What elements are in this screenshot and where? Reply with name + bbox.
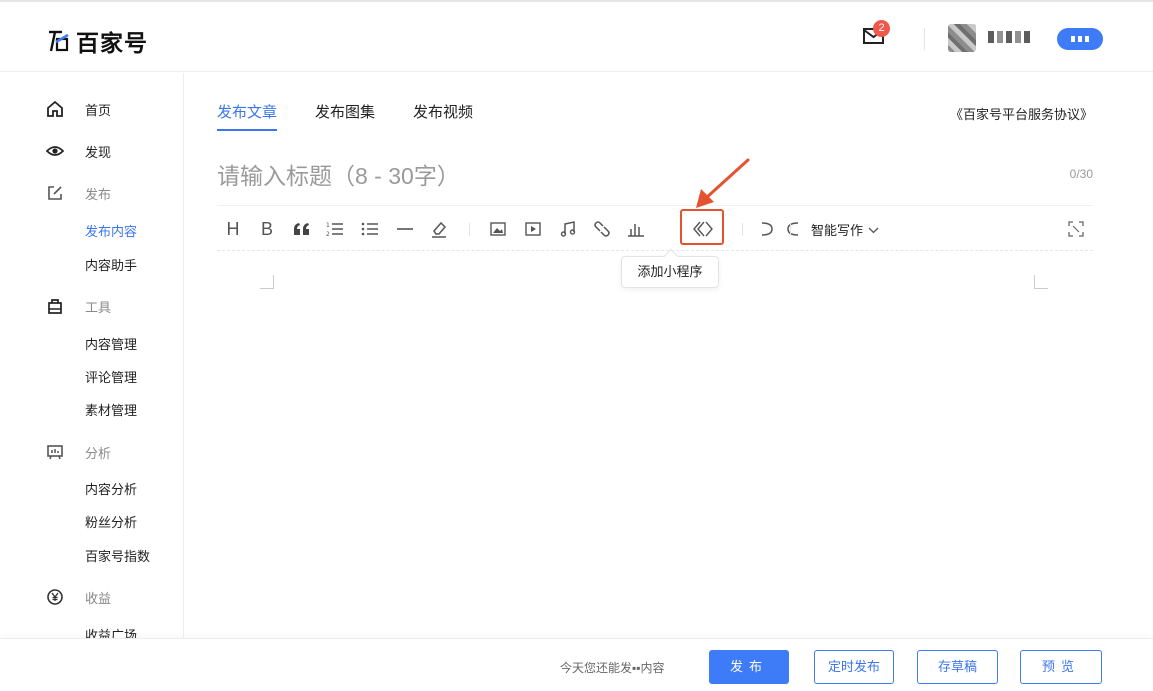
editor-body[interactable] <box>217 259 1093 619</box>
sidebar-section-label: 工具 <box>85 299 112 315</box>
sidebar-item-content-assistant[interactable]: 内容助手 <box>0 252 183 276</box>
header-divider <box>924 28 925 50</box>
mail-badge: 2 <box>873 20 890 37</box>
toolbar-spacer <box>714 218 715 240</box>
mini-program-highlight-box <box>680 209 724 245</box>
sidebar-item-income-square[interactable]: 收益广场 <box>0 622 183 640</box>
sidebar-item-fans-analysis[interactable]: 粉丝分析 <box>0 509 183 533</box>
sidebar-item-label: 百家号指数 <box>85 548 151 564</box>
divider-icon[interactable] <box>395 218 415 240</box>
sidebar-item-label: 发现 <box>85 144 112 160</box>
sidebar-item-bjh-index[interactable]: 百家号指数 <box>0 543 183 567</box>
tab-video[interactable]: 发布视频 <box>413 101 473 131</box>
tab-article[interactable]: 发布文章 <box>217 101 278 131</box>
sidebar-section-publish[interactable]: 发布 <box>0 181 183 205</box>
sidebar-section-label: 发布 <box>85 186 112 202</box>
image-icon[interactable] <box>488 218 508 240</box>
preview-button[interactable]: 预览 <box>1020 650 1102 684</box>
sidebar-section-label: 收益 <box>85 590 112 606</box>
audio-icon[interactable] <box>558 218 578 240</box>
sidebar-item-label: 内容助手 <box>85 257 138 273</box>
redo-icon[interactable] <box>783 218 803 240</box>
sidebar-item-home[interactable]: 首页 <box>0 97 183 121</box>
title-char-counter: 0/30 <box>1069 167 1093 181</box>
svg-text:2: 2 <box>326 231 330 237</box>
sidebar-item-discover[interactable]: 发现 <box>0 139 183 163</box>
chevron-down-icon <box>868 222 879 237</box>
edit-icon <box>46 184 64 202</box>
sidebar-item-label: 内容管理 <box>85 336 138 352</box>
quote-icon[interactable] <box>292 218 312 240</box>
publish-quota-text: 今天您还能发▪▪内容 <box>560 661 665 675</box>
smart-write-dropdown[interactable]: 智能写作 <box>811 220 879 239</box>
service-agreement-link[interactable]: 《百家号平台服务协议》 <box>950 104 1093 123</box>
editor-toolbar: H B 12 智能写作 <box>217 205 1093 251</box>
sidebar-section-analysis[interactable]: 分析 <box>0 440 183 464</box>
sidebar-item-content-manage[interactable]: 内容管理 <box>0 331 183 355</box>
yuan-icon <box>46 588 64 606</box>
video-icon[interactable] <box>523 218 543 240</box>
sidebar-section-income[interactable]: 收益 <box>0 585 183 609</box>
username-blurred[interactable] <box>988 31 1032 43</box>
bold-icon[interactable]: B <box>259 218 275 240</box>
avatar[interactable] <box>948 24 976 52</box>
tab-gallery[interactable]: 发布图集 <box>315 101 375 131</box>
sidebar-item-material-manage[interactable]: 素材管理 <box>0 397 183 421</box>
heading-icon[interactable]: H <box>225 218 241 240</box>
unordered-list-icon[interactable] <box>360 218 380 240</box>
publish-button[interactable]: 发布 <box>709 650 789 684</box>
publish-tabs: 发布文章 发布图集 发布视频 <box>217 101 473 131</box>
toolbar-separator <box>469 223 470 236</box>
schedule-publish-button[interactable]: 定时发布 <box>814 650 894 684</box>
undo-icon[interactable] <box>757 218 777 240</box>
save-draft-button[interactable]: 存草稿 <box>917 650 998 684</box>
account-level-badge[interactable] <box>1057 28 1103 50</box>
sidebar-item-label: 评论管理 <box>85 369 138 385</box>
clear-format-icon[interactable] <box>429 218 449 240</box>
sidebar-item-comment-manage[interactable]: 评论管理 <box>0 364 183 388</box>
sidebar-item-label: 首页 <box>85 102 112 118</box>
sidebar-item-label: 发布内容 <box>85 223 138 239</box>
link-icon[interactable] <box>592 218 612 240</box>
title-input[interactable]: 请输入标题（8 - 30字） <box>217 157 460 191</box>
logo[interactable]: 百家号 <box>48 24 148 58</box>
sidebar-item-publish-content[interactable]: 发布内容 <box>0 218 183 242</box>
annotation-arrow-icon <box>696 158 750 208</box>
svg-text:1: 1 <box>326 222 330 229</box>
home-icon <box>46 100 64 118</box>
sidebar-item-label: 内容分析 <box>85 481 138 497</box>
ordered-list-icon[interactable]: 12 <box>325 218 345 240</box>
smart-write-label: 智能写作 <box>811 223 864 238</box>
board-icon <box>46 443 64 461</box>
editor-area: 发布文章 发布图集 发布视频 《百家号平台服务协议》 请输入标题（8 - 30字… <box>185 73 1153 639</box>
sidebar-item-label: 素材管理 <box>85 402 138 418</box>
toolbar-separator <box>790 223 791 236</box>
toolbar-separator <box>742 223 743 236</box>
sidebar: 首页 发现 发布 发布内容 内容助手 工具 内容管理 评论管理 素材管理 分析 <box>0 73 184 639</box>
sidebar-item-content-analysis[interactable]: 内容分析 <box>0 476 183 500</box>
logo-text: 百家号 <box>76 30 148 56</box>
logo-mark-icon <box>48 29 70 53</box>
sidebar-item-label: 收益广场 <box>85 627 138 640</box>
fullscreen-icon[interactable] <box>1067 218 1085 240</box>
eye-icon <box>45 142 65 160</box>
chart-icon[interactable] <box>626 218 646 240</box>
bottom-action-bar: 今天您还能发▪▪内容 发布 定时发布 存草稿 预览 <box>0 638 1153 691</box>
bag-icon <box>46 297 64 315</box>
sidebar-section-tools[interactable]: 工具 <box>0 294 183 318</box>
sidebar-item-label: 粉丝分析 <box>85 514 138 530</box>
top-header: 百家号 2 <box>0 2 1153 72</box>
sidebar-section-label: 分析 <box>85 445 112 461</box>
